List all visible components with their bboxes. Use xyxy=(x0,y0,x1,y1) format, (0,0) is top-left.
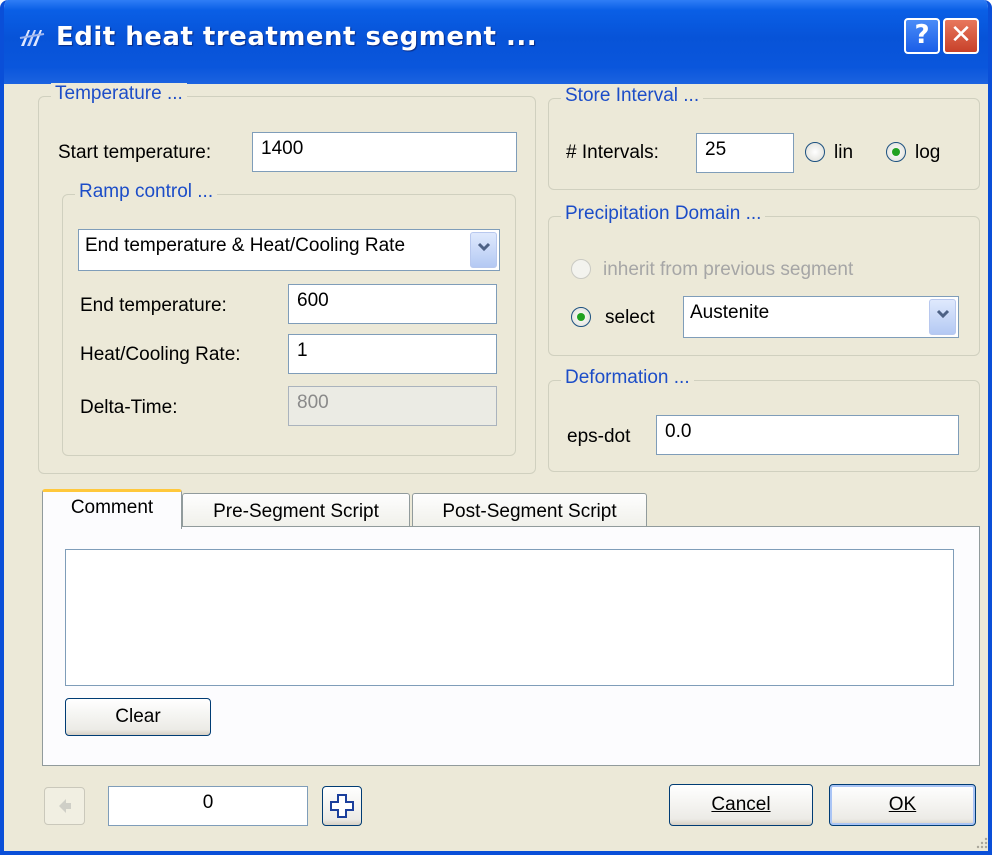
heat-cooling-rate-input[interactable]: 1 xyxy=(288,334,497,374)
close-icon: ✕ xyxy=(950,20,972,50)
resize-grip[interactable] xyxy=(974,835,988,849)
precipitation-domain-value: Austenite xyxy=(690,302,770,323)
ramp-mode-dropdown-button[interactable] xyxy=(470,232,497,268)
start-temperature-input[interactable]: 1400 xyxy=(252,132,517,172)
chevron-down-icon xyxy=(936,309,950,319)
tab-post-segment-script[interactable]: Post-Segment Script xyxy=(412,493,647,527)
log-radio[interactable] xyxy=(886,142,906,162)
plus-icon xyxy=(330,794,354,818)
title-bar: Edit heat treatment segment ... ? ✕ xyxy=(4,0,988,84)
help-button[interactable]: ? xyxy=(904,18,940,54)
ok-button[interactable]: OK xyxy=(829,784,976,826)
tab-pre-segment-script-label: Pre-Segment Script xyxy=(213,501,379,522)
comment-textarea[interactable] xyxy=(65,549,954,686)
dialog-window: Edit heat treatment segment ... ? ✕ Temp… xyxy=(0,0,992,855)
end-temperature-label: End temperature: xyxy=(80,295,227,316)
lin-radio[interactable] xyxy=(805,142,825,162)
end-temperature-input[interactable]: 600 xyxy=(288,284,497,324)
eps-dot-label: eps-dot xyxy=(567,426,631,447)
select-label: select xyxy=(605,307,655,328)
tab-pre-segment-script[interactable]: Pre-Segment Script xyxy=(182,493,410,527)
intervals-label: # Intervals: xyxy=(566,142,659,163)
ramp-mode-select[interactable]: End temperature & Heat/Cooling Rate xyxy=(78,229,500,271)
select-radio[interactable] xyxy=(571,307,591,327)
arrow-left-icon xyxy=(58,799,71,813)
help-icon: ? xyxy=(914,20,930,50)
tab-comment-label: Comment xyxy=(70,497,154,518)
delta-time-label: Delta-Time: xyxy=(80,397,178,418)
tab-post-segment-script-label: Post-Segment Script xyxy=(442,501,617,522)
inherit-radio xyxy=(571,259,591,279)
ramp-control-group-title: Ramp control ... xyxy=(75,181,218,203)
comment-tab-panel: Clear xyxy=(42,526,980,766)
previous-segment-button xyxy=(44,787,85,825)
clear-button-label: Clear xyxy=(115,706,161,727)
chevron-down-icon xyxy=(477,242,491,252)
tab-comment[interactable]: Comment xyxy=(42,489,182,529)
window-title: Edit heat treatment segment ... xyxy=(56,22,538,52)
precipitation-domain-select[interactable]: Austenite xyxy=(683,296,959,338)
eps-dot-input[interactable]: 0.0 xyxy=(656,415,959,455)
ok-button-label: OK xyxy=(888,794,917,815)
temperature-group-title: Temperature ... xyxy=(51,83,187,105)
store-interval-group-title: Store Interval ... xyxy=(561,85,704,107)
add-segment-button[interactable] xyxy=(322,786,362,826)
precipitation-domain-dropdown-button[interactable] xyxy=(929,299,956,335)
delta-time-input: 800 xyxy=(288,386,497,426)
lin-label: lin xyxy=(834,142,854,163)
cancel-button[interactable]: Cancel xyxy=(669,784,813,826)
segment-counter-input[interactable]: 0 xyxy=(108,786,308,826)
intervals-input[interactable]: 25 xyxy=(696,133,794,173)
ramp-mode-value: End temperature & Heat/Cooling Rate xyxy=(85,235,406,256)
log-label: log xyxy=(915,142,941,163)
app-icon xyxy=(19,30,45,46)
close-button[interactable]: ✕ xyxy=(943,18,979,54)
clear-button[interactable]: Clear xyxy=(65,698,211,736)
cancel-button-label: Cancel xyxy=(711,794,771,815)
start-temperature-label: Start temperature: xyxy=(58,142,212,163)
deformation-group-title: Deformation ... xyxy=(561,367,694,389)
inherit-label: inherit from previous segment xyxy=(603,259,854,280)
precipitation-domain-group-title: Precipitation Domain ... xyxy=(561,203,766,225)
heat-cooling-rate-label: Heat/Cooling Rate: xyxy=(80,344,241,365)
